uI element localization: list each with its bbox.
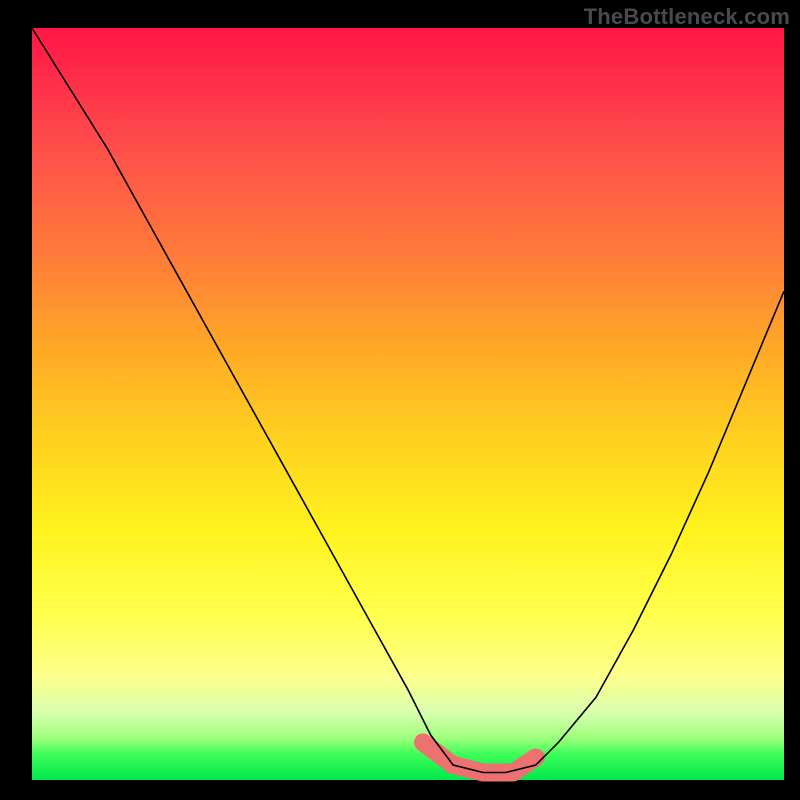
plot-area (32, 28, 784, 780)
bottleneck-curve (32, 28, 784, 773)
chart-frame: TheBottleneck.com (0, 0, 800, 800)
curve-layer (32, 28, 784, 780)
watermark-text: TheBottleneck.com (584, 4, 790, 30)
